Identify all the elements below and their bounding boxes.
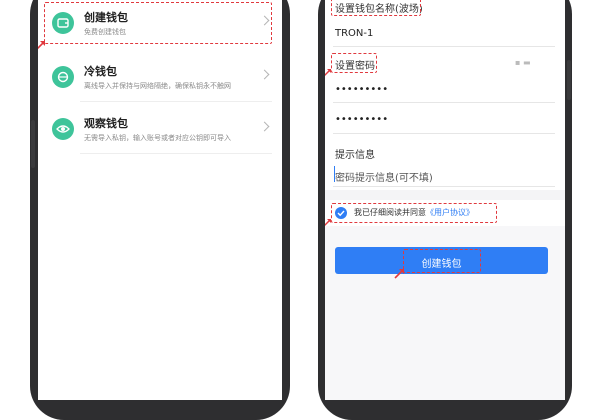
input-underline <box>333 46 555 47</box>
wallet-name-input[interactable]: TRON-1 <box>335 28 373 39</box>
row-divider <box>80 153 272 154</box>
left-volume-button <box>31 120 35 168</box>
cold-wallet-icon <box>52 66 74 88</box>
input-underline <box>333 186 555 187</box>
wallet-option-title: 观察钱包 <box>84 117 128 130</box>
wallet-type-screen: 创建钱包 免费创建钱包 冷钱包 离线导入并保持与网络隔绝，确保私钥永不触网 观察… <box>38 0 282 400</box>
section-gap <box>325 190 565 200</box>
input-underline <box>333 133 555 134</box>
annotation-box-create-wallet <box>44 2 272 44</box>
annotation-box-password <box>331 53 377 73</box>
hint-input[interactable]: 密码提示信息(可不填) <box>335 169 433 184</box>
right-power-button <box>567 60 571 100</box>
chevron-right-icon <box>259 69 270 80</box>
annotation-box-create-button <box>403 249 481 273</box>
password-strength-icon: ▪ ▬ <box>515 58 531 67</box>
wallet-option-cold[interactable]: 冷钱包 离线导入并保持与网络隔绝，确保私钥永不触网 <box>42 54 278 100</box>
eye-icon <box>52 118 74 140</box>
wallet-option-desc: 离线导入并保持与网络隔绝，确保私钥永不触网 <box>84 82 231 90</box>
annotation-arrow <box>394 269 404 279</box>
wallet-option-watch[interactable]: 观察钱包 无需导入私钥，输入账号或者对应公钥即可导入 <box>42 106 278 152</box>
create-wallet-form-screen: 设置钱包名称(波场) TRON-1 设置密码 ▪ ▬ ••••••••• •••… <box>325 0 565 400</box>
text-cursor <box>334 166 335 182</box>
chevron-right-icon <box>259 121 270 132</box>
hint-label: 提示信息 <box>335 150 375 161</box>
wallet-option-desc: 无需导入私钥，输入账号或者对应公钥即可导入 <box>84 134 231 142</box>
annotation-box-wallet-name <box>331 0 421 16</box>
input-underline <box>333 102 555 103</box>
row-divider <box>80 101 272 102</box>
wallet-option-title: 冷钱包 <box>84 65 117 78</box>
annotation-arrow <box>38 41 45 50</box>
annotation-arrow <box>325 69 331 77</box>
annotation-box-agreement <box>331 203 497 223</box>
password-input[interactable]: ••••••••• <box>335 84 388 95</box>
password-confirm-input[interactable]: ••••••••• <box>335 114 388 125</box>
